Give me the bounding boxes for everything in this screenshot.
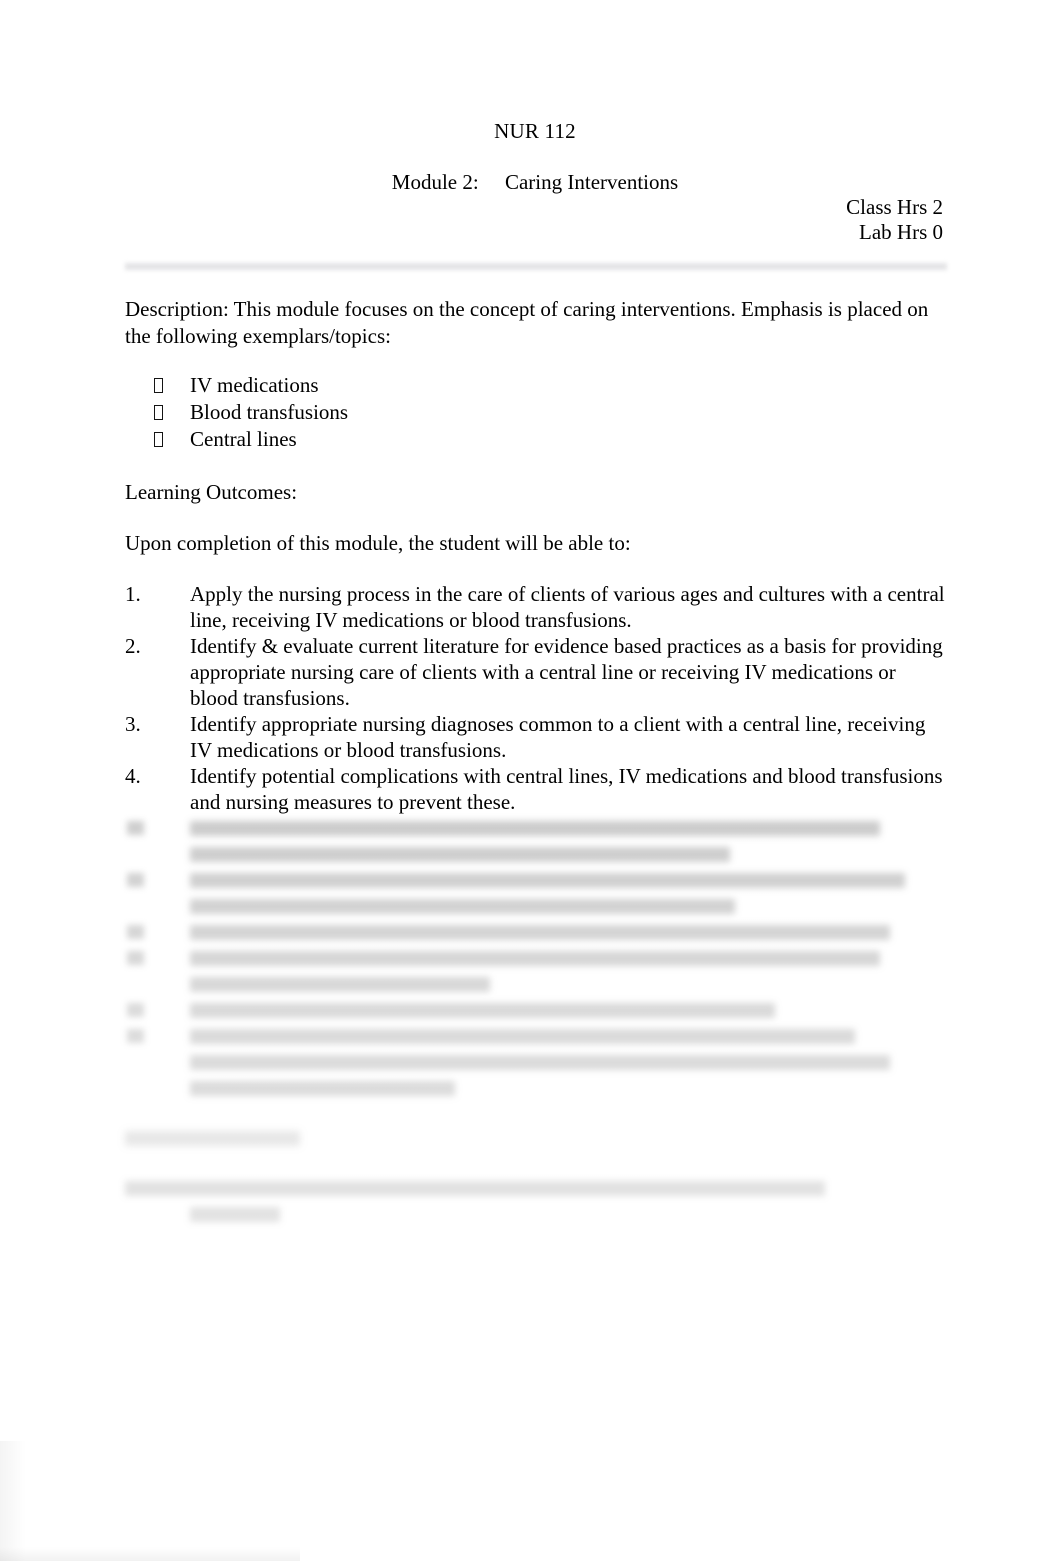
learning-outcomes-list: 1. Apply the nursing process in the care… (125, 581, 945, 815)
obscured-text-bar (190, 977, 490, 992)
list-item: Central lines (125, 426, 945, 453)
obscured-text-bar (190, 1055, 890, 1070)
obscured-text-bar (190, 925, 890, 940)
exemplars-list: IV medications Blood transfusions Centra… (125, 372, 945, 453)
obscured-text-bar (190, 821, 880, 836)
module-title: Caring Interventions (504, 170, 679, 194)
obscured-text-bar (190, 1207, 280, 1222)
obscured-outcome-line (125, 921, 945, 947)
obscured-outcome-line (125, 973, 945, 999)
obscured-text-bar (190, 1081, 455, 1096)
obscured-text-bar (125, 1181, 825, 1196)
outcome-text: Apply the nursing process in the care of… (190, 582, 945, 632)
obscured-text-bar (190, 899, 735, 914)
header-spacer (125, 144, 945, 169)
module-label: Module 2: (391, 170, 479, 194)
learning-outcomes-heading: Learning Outcomes: (125, 480, 298, 504)
obscured-text-bar (190, 847, 730, 862)
exemplar-label: Central lines (190, 427, 297, 451)
obscured-reference (125, 1177, 945, 1229)
obscured-outcome-line (125, 895, 945, 921)
bullet-tofu-icon (154, 432, 163, 447)
obscured-outcome-number (127, 1029, 144, 1043)
exemplar-label: Blood transfusions (190, 400, 349, 424)
obscured-region (105, 817, 965, 1229)
obscured-outcome-number (127, 821, 144, 835)
obscured-outcome-line (125, 843, 945, 869)
outcome-text: Identify & evaluate current literature f… (190, 634, 943, 710)
obscured-outcome-line (125, 1025, 945, 1051)
obscured-reference-line (125, 1177, 945, 1203)
exemplar-label: IV medications (190, 373, 319, 397)
course-code-title: NUR 112 (494, 119, 576, 143)
document-content: NUR 112 Module 2: Caring Interventions C… (105, 118, 965, 1229)
obscured-text-bar (190, 1003, 775, 1018)
module-heading: Module 2: Caring Interventions (125, 169, 945, 195)
obscured-outcome-line (125, 817, 945, 843)
obscured-outcome-number (127, 951, 144, 965)
list-item: Blood transfusions (125, 399, 945, 426)
obscured-outcome-line (125, 1051, 945, 1077)
outcome-text: Identify appropriate nursing diagnoses c… (190, 712, 926, 762)
obscured-text-bar (190, 873, 905, 888)
obscured-text-bar (190, 951, 880, 966)
learning-outcomes-intro: Upon completion of this module, the stud… (125, 531, 631, 555)
obscured-reference-line (125, 1203, 945, 1229)
outcome-number: 4. (125, 764, 141, 788)
obscured-outcomes-list (125, 817, 945, 1103)
horizontal-rule (125, 263, 947, 270)
list-item: IV medications (125, 372, 945, 399)
outcome-item: 4. Identify potential complications with… (125, 763, 945, 815)
page-edge-shadow-bottom (0, 1547, 300, 1561)
bullet-tofu-icon (154, 378, 163, 393)
obscured-outcome-number (127, 925, 144, 939)
page-edge-shadow-left (0, 1441, 26, 1561)
obscured-heading-bar (125, 1131, 300, 1146)
obscured-outcome-line (125, 869, 945, 895)
outcome-number: 2. (125, 634, 141, 658)
obscured-outcome-number (127, 873, 144, 887)
module-tab-gap (479, 170, 505, 194)
document-page: NUR 112 Module 2: Caring Interventions C… (0, 0, 1062, 1561)
obscured-outcome-number (127, 1003, 144, 1017)
obscured-outcome-line (125, 947, 945, 973)
lab-hours: Lab Hrs 0 (859, 220, 943, 244)
outcome-item: 2. Identify & evaluate current literatur… (125, 633, 945, 711)
bullet-tofu-icon (154, 405, 163, 420)
description-paragraph: Description: This module focuses on the … (125, 297, 929, 348)
class-hours: Class Hrs 2 (846, 195, 943, 219)
outcome-item: 3. Identify appropriate nursing diagnose… (125, 711, 945, 763)
obscured-outcome-line (125, 999, 945, 1025)
outcome-number: 3. (125, 712, 141, 736)
obscured-outcome-line (125, 1077, 945, 1103)
outcome-text: Identify potential complications with ce… (190, 764, 943, 814)
outcome-number: 1. (125, 582, 141, 606)
obscured-section-heading (125, 1127, 945, 1153)
outcome-item: 1. Apply the nursing process in the care… (125, 581, 945, 633)
obscured-text-bar (190, 1029, 855, 1044)
